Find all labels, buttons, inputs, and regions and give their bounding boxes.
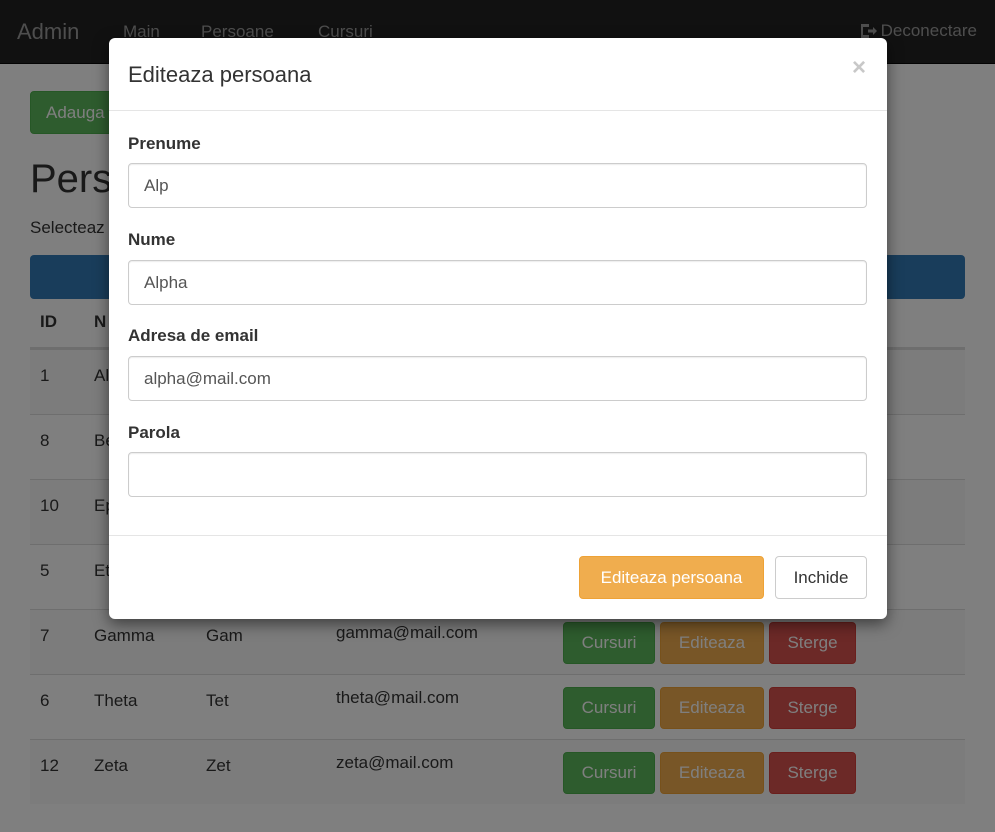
close-button[interactable]: Inchide bbox=[775, 556, 867, 599]
password-label: Parola bbox=[128, 423, 180, 442]
email-label: Adresa de email bbox=[128, 326, 259, 345]
modal-footer: Editeaza persoana Inchide bbox=[109, 535, 887, 619]
modal-title: Editeaza persoana bbox=[128, 62, 312, 87]
last-name-input[interactable] bbox=[128, 260, 867, 305]
submit-edit-button[interactable]: Editeaza persoana bbox=[579, 556, 764, 599]
first-name-input[interactable] bbox=[128, 163, 867, 208]
password-input[interactable] bbox=[128, 452, 867, 497]
last-name-label: Nume bbox=[128, 230, 176, 249]
modal-header: Editeaza persoana × bbox=[109, 38, 887, 111]
first-name-label: Prenume bbox=[128, 134, 201, 153]
close-icon[interactable]: × bbox=[852, 56, 866, 80]
email-input[interactable] bbox=[128, 356, 867, 401]
edit-person-modal: Editeaza persoana × Prenume Nume Adresa … bbox=[109, 38, 887, 619]
